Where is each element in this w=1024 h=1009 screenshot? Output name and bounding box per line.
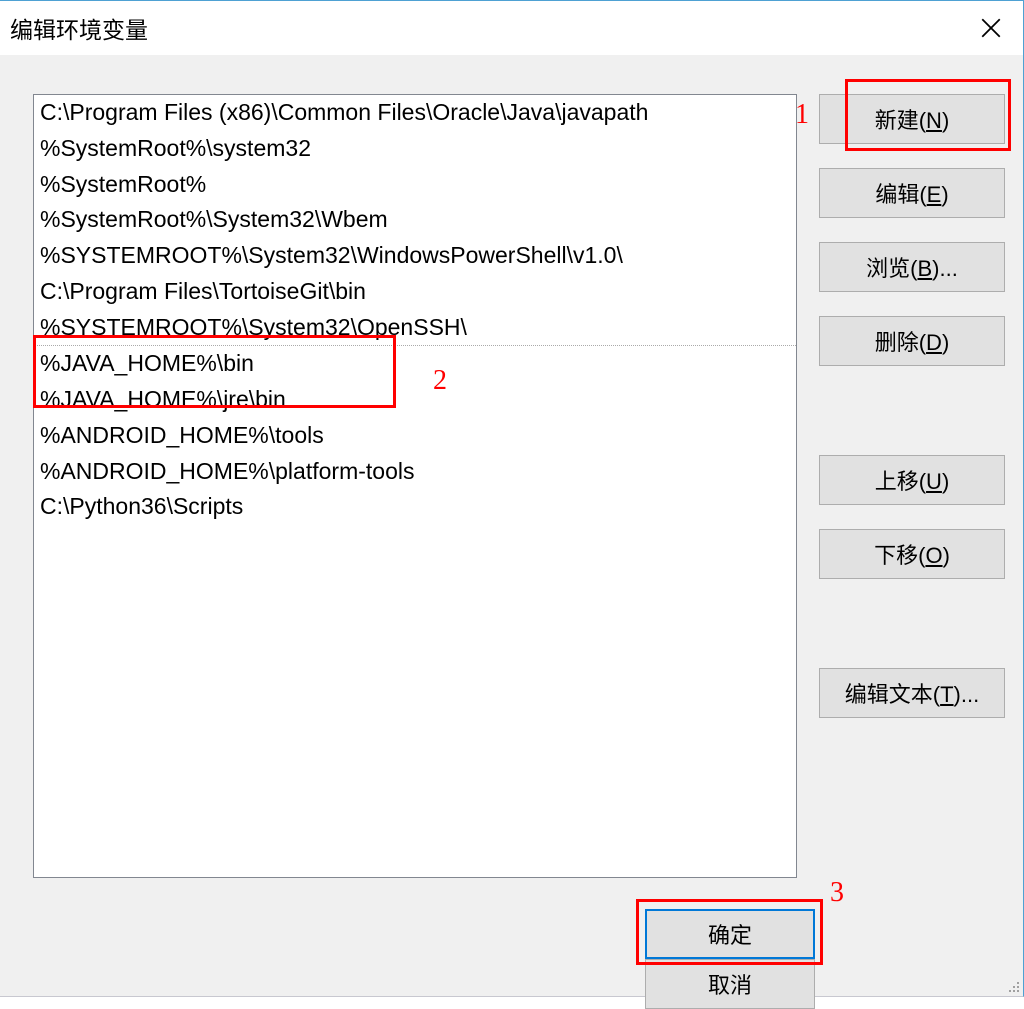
btn-hotkey: N (926, 108, 942, 133)
list-item[interactable]: %ANDROID_HOME%\tools (34, 418, 796, 454)
title-text: 编辑环境变量 (10, 11, 148, 45)
dialog-body: C:\Program Files (x86)\Common Files\Orac… (33, 94, 1003, 978)
cancel-label: 取消 (708, 973, 752, 998)
movedown-button[interactable]: 下移(O) (819, 529, 1005, 579)
list-item[interactable]: %SystemRoot%\System32\Wbem (34, 202, 796, 238)
list-item[interactable]: %SystemRoot%\system32 (34, 131, 796, 167)
btn-hotkey: T (940, 682, 953, 707)
list-item[interactable]: C:\Program Files (x86)\Common Files\Orac… (34, 95, 796, 131)
ok-button[interactable]: 确定 (645, 909, 815, 959)
list-item[interactable]: %JAVA_HOME%\bin (34, 346, 796, 382)
moveup-button[interactable]: 上移(U) (819, 455, 1005, 505)
list-item[interactable]: %SystemRoot% (34, 167, 796, 203)
path-listbox[interactable]: C:\Program Files (x86)\Common Files\Orac… (33, 94, 797, 878)
btn-label-part: 下移( (874, 543, 925, 568)
new-button[interactable]: 新建(N) (819, 94, 1005, 144)
side-button-group: 新建(N) 编辑(E) 浏览(B)... 删除(D) 上移(U) 下移(O) 编… (819, 94, 1005, 742)
btn-label-part: ) (942, 330, 949, 355)
btn-label-part: ) (943, 543, 950, 568)
btn-label-part: ) (942, 469, 949, 494)
btn-label-part: 删除( (875, 330, 926, 355)
ok-label: 确定 (708, 923, 752, 948)
btn-hotkey: O (925, 543, 942, 568)
resize-grip[interactable] (1005, 978, 1019, 992)
bottom-button-group: 确定 取消 (645, 909, 1003, 1009)
edittext-button[interactable]: 编辑文本(T)... (819, 668, 1005, 718)
dialog-window: 编辑环境变量 C:\Program Files (x86)\Common Fil… (0, 0, 1024, 997)
close-icon (981, 18, 1001, 38)
titlebar[interactable]: 编辑环境变量 (0, 1, 1023, 55)
delete-button[interactable]: 删除(D) (819, 316, 1005, 366)
list-item[interactable]: %SYSTEMROOT%\System32\WindowsPowerShell\… (34, 238, 796, 274)
list-item[interactable]: C:\Program Files\TortoiseGit\bin (34, 274, 796, 310)
btn-hotkey: D (926, 330, 942, 355)
btn-hotkey: U (926, 469, 942, 494)
list-item[interactable]: %SYSTEMROOT%\System32\OpenSSH\ (34, 310, 796, 347)
btn-label-part: )... (932, 256, 958, 281)
btn-label-part: ) (942, 108, 949, 133)
btn-label-part: 新建( (875, 108, 926, 133)
list-item[interactable]: %ANDROID_HOME%\platform-tools (34, 454, 796, 490)
list-item[interactable]: C:\Python36\Scripts (34, 489, 796, 525)
btn-label-part: 编辑( (875, 182, 926, 207)
btn-label-part: 浏览( (866, 256, 917, 281)
browse-button[interactable]: 浏览(B)... (819, 242, 1005, 292)
btn-label-part: )... (954, 682, 980, 707)
edit-button[interactable]: 编辑(E) (819, 168, 1005, 218)
btn-hotkey: E (927, 182, 942, 207)
btn-hotkey: B (917, 256, 932, 281)
btn-label-part: ) (941, 182, 948, 207)
btn-label-part: 编辑文本( (845, 682, 940, 707)
list-item[interactable]: %JAVA_HOME%\jre\bin (34, 382, 796, 418)
close-button[interactable] (959, 1, 1023, 55)
btn-label-part: 上移( (875, 469, 926, 494)
cancel-button[interactable]: 取消 (645, 959, 815, 1009)
